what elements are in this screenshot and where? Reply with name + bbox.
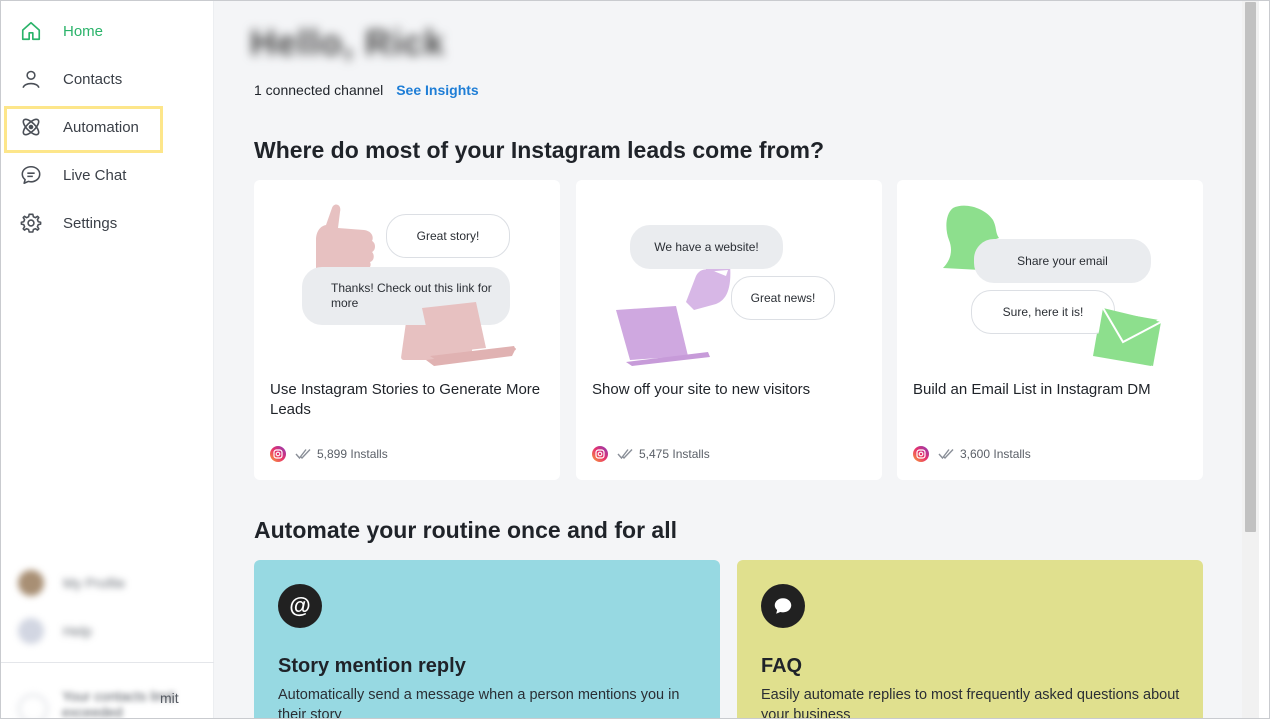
at-sign-icon: @ [278, 584, 322, 628]
contacts-limit-notice[interactable]: Your contacts limit mit exceeded [18, 688, 179, 719]
connected-channels-text: 1 connected channel [254, 82, 384, 98]
gear-icon [18, 210, 44, 236]
sidebar-item-home[interactable]: Home [18, 15, 198, 47]
sidebar-item-live-chat[interactable]: Live Chat [18, 159, 198, 191]
card-title: Use Instagram Stories to Generate More L… [270, 381, 541, 418]
install-meta: 5,899 Installs [270, 446, 388, 462]
sidebar-item-label: Home [63, 22, 104, 40]
help-icon [18, 618, 44, 644]
limit-text-suffix: mit [160, 690, 179, 706]
pointing-hand-laptop-illustration [616, 264, 731, 366]
see-insights-link[interactable]: See Insights [396, 82, 478, 98]
instagram-icon [592, 446, 608, 462]
installs-count: 5,475 Installs [639, 447, 710, 461]
avatar [18, 570, 44, 596]
sidebar-item-label: Settings [63, 214, 118, 232]
tile-title: FAQ [761, 655, 803, 677]
install-meta: 5,475 Installs [592, 446, 710, 462]
sidebar-item-settings[interactable]: Settings [18, 207, 198, 239]
sidebar-item-contacts[interactable]: Contacts [18, 63, 198, 95]
sidebar-item-help[interactable]: Help [18, 618, 92, 644]
atom-icon [18, 114, 44, 140]
card-title: Build an Email List in Instagram DM [913, 381, 1151, 398]
card-title: Show off your site to new visitors [592, 381, 811, 398]
profile-label: My Profile [63, 575, 126, 591]
installs-count: 5,899 Installs [317, 447, 388, 461]
template-card-email[interactable]: Share your email Sure, here it is! Build… [897, 180, 1203, 480]
home-icon [18, 18, 44, 44]
tile-description: Automatically send a message when a pers… [278, 687, 680, 719]
sidebar-item-automation[interactable]: Automation [18, 111, 198, 143]
sidebar-item-label: Contacts [63, 70, 123, 88]
faq-tile[interactable]: FAQ Easily automate replies to most freq… [737, 560, 1203, 719]
laptop-icon [422, 302, 516, 360]
double-check-icon [938, 449, 954, 460]
limit-text: Your contacts limit [62, 688, 176, 704]
tile-title: Story mention reply [278, 655, 466, 677]
install-meta: 3,600 Installs [913, 446, 1031, 462]
tile-description: Easily automate replies to most frequent… [761, 687, 1180, 719]
sidebar: Home Contacts Automation Live Chat Setti… [0, 0, 214, 719]
scrollbar-thumb[interactable] [1245, 2, 1256, 532]
sidebar-item-label: Automation [63, 118, 139, 136]
leads-section-title: Where do most of your Instagram leads co… [254, 137, 824, 163]
channel-summary: 1 connected channel See Insights [254, 82, 479, 98]
sidebar-divider [0, 662, 214, 663]
help-label: Help [63, 623, 92, 639]
limit-text-2: exceeded [62, 704, 123, 719]
sidebar-item-label: Live Chat [63, 166, 127, 184]
double-check-icon [295, 449, 311, 460]
installs-count: 3,600 Installs [960, 447, 1031, 461]
template-card-website[interactable]: We have a website! Great news! Show off … [576, 180, 882, 480]
template-card-stories[interactable]: Great story! Thanks! Check out this link… [254, 180, 560, 480]
sidebar-item-profile[interactable]: My Profile [18, 570, 125, 596]
envelope-icon [1095, 307, 1162, 366]
instagram-icon [913, 446, 929, 462]
progress-ring-icon [18, 694, 48, 719]
speech-bubble-icon [761, 584, 805, 628]
person-icon [18, 66, 44, 92]
automate-section-title: Automate your routine once and for all [254, 517, 677, 543]
greeting-title: Hello, Rick [250, 22, 446, 63]
chat-bubble-icon [18, 162, 44, 188]
window-edge [1259, 0, 1270, 719]
chat-bubble: We have a website! [630, 225, 783, 269]
chat-bubble: Great news! [731, 276, 835, 320]
instagram-icon [270, 446, 286, 462]
story-mention-reply-tile[interactable]: @ Story mention reply Automatically send… [254, 560, 720, 719]
double-check-icon [617, 449, 633, 460]
